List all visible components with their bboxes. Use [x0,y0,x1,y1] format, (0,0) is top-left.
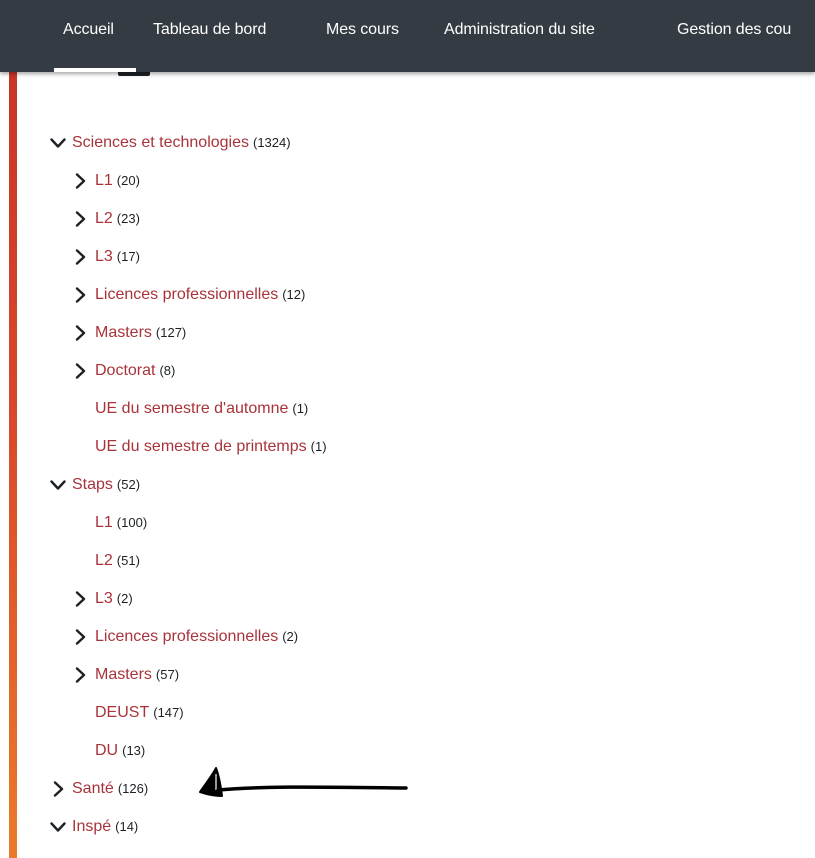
course-count: (17) [116,249,140,264]
nav-item-accueil[interactable]: Accueil [63,21,114,39]
nav-item-gestion-des-cours[interactable]: Gestion des cou [677,21,791,39]
tree-row: Masters (127) [0,322,815,344]
category-link[interactable]: Santé [72,780,114,797]
chevron-right-icon[interactable] [70,208,90,230]
chevron-right-icon[interactable] [70,626,90,648]
chevron-right-icon[interactable] [70,664,90,686]
category-link[interactable]: Masters [95,666,152,683]
tree-row: L2 (23) [0,208,815,230]
chevron-right-icon[interactable] [70,322,90,344]
tree-row: L1 (20) [0,170,815,192]
page-heading-remnant [118,72,150,76]
category-link[interactable]: Inspé [72,818,111,835]
category-link[interactable]: UE du semestre d'automne [95,400,288,417]
chevron-right-icon[interactable] [70,170,90,192]
tree-row: UE du semestre de printemps (1) [0,436,815,458]
chevron-right-icon[interactable] [70,588,90,610]
nav-item-mes-cours[interactable]: Mes cours [326,21,399,39]
course-count: (1324) [253,135,291,150]
course-count: (57) [155,667,180,682]
chevron-right-icon[interactable] [70,284,90,306]
course-count: (14) [115,819,139,834]
chevron-down-icon[interactable] [48,132,68,154]
category-link[interactable]: L2 [95,552,113,569]
course-count: (126) [117,781,149,796]
tree-row: Sciences et technologies (1324) [0,132,815,154]
hand-drawn-arrow-icon [199,767,408,797]
category-link[interactable]: DEUST [95,704,149,721]
chevron-down-icon[interactable] [48,474,68,496]
category-link[interactable]: Masters [95,324,152,341]
top-navbar: Accueil Tableau de bord Mes cours Admini… [0,0,815,72]
tree-row: Masters (57) [0,664,815,686]
tree-row: Staps (52) [0,474,815,496]
course-count: (8) [159,363,176,378]
tree-row: UE du semestre d'automne (1) [0,398,815,420]
chevron-right-icon[interactable] [48,778,68,800]
tree-row: L3 (2) [0,588,815,610]
category-link[interactable]: L2 [95,210,113,227]
course-count: (13) [122,743,146,758]
category-link[interactable]: Staps [72,476,113,493]
course-count: (1) [292,401,309,416]
course-count: (20) [116,173,140,188]
nav-item-tableau-de-bord[interactable]: Tableau de bord [153,21,266,39]
tree-row: Licences professionnelles (12) [0,284,815,306]
tree-row: Inspé (14) [0,816,815,838]
chevron-right-icon[interactable] [70,360,90,382]
course-count: (2) [116,591,133,606]
category-link[interactable]: Licences professionnelles [95,628,278,645]
category-link[interactable]: Licences professionnelles [95,286,278,303]
tree-row: L2 (51) [0,550,815,572]
active-nav-indicator [54,68,136,72]
tree-row: Licences professionnelles (2) [0,626,815,648]
tree-row: DEUST (147) [0,702,815,724]
category-link[interactable]: UE du semestre de printemps [95,438,307,455]
nav-item-administration-du-site[interactable]: Administration du site [444,21,595,39]
category-link[interactable]: L1 [95,172,113,189]
category-link[interactable]: L3 [95,248,113,265]
category-link[interactable]: DU [95,742,118,759]
course-count: (52) [116,477,141,492]
course-count: (127) [155,325,187,340]
course-count: (23) [116,211,140,226]
chevron-right-icon[interactable] [70,246,90,268]
tree-row: Doctorat (8) [0,360,815,382]
course-count: (100) [116,515,148,530]
course-count: (12) [282,287,306,302]
course-count: (2) [282,629,299,644]
category-link[interactable]: L1 [95,514,113,531]
category-link[interactable]: Sciences et technologies [72,134,249,151]
tree-row: DU (13) [0,740,815,762]
course-count: (147) [153,705,184,720]
chevron-down-icon[interactable] [48,816,68,838]
category-link[interactable]: L3 [95,590,113,607]
tree-row: L1 (100) [0,512,815,534]
tree-row: L3 (17) [0,246,815,268]
category-link[interactable]: Doctorat [95,362,155,379]
course-count: (51) [116,553,140,568]
course-count: (1) [310,439,327,454]
